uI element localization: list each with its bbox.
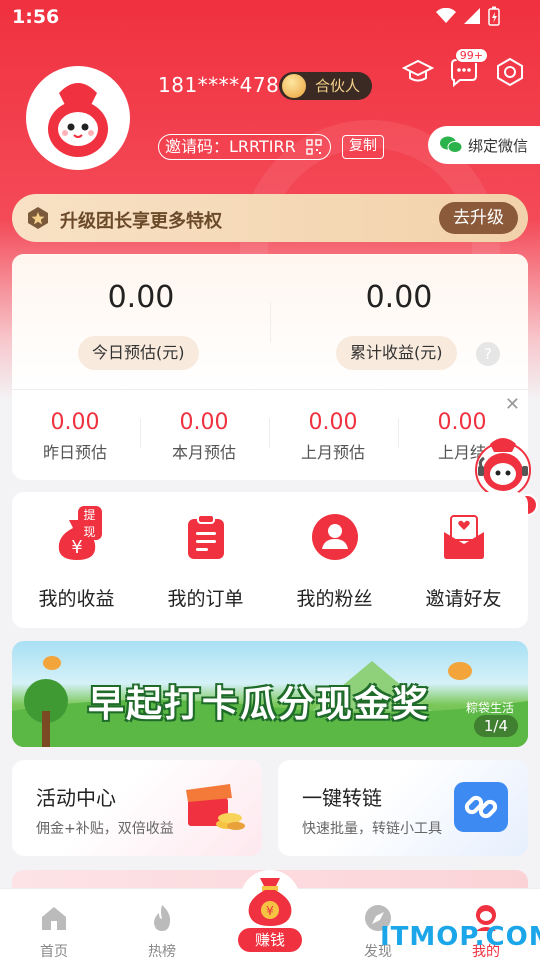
money-bag-icon: ¥ 提现 xyxy=(52,506,102,562)
clipboard-icon xyxy=(181,512,231,562)
stat-label: 昨日预估 xyxy=(42,443,107,462)
menu-label: 我的粉丝 xyxy=(296,588,373,610)
link-icon xyxy=(454,782,508,832)
stat-yesterday[interactable]: 0.00 昨日预估 xyxy=(12,410,138,463)
feature-activity-center[interactable]: 活动中心 佣金+补贴，双倍收益 xyxy=(12,760,262,856)
messages-count-badge: 99+ xyxy=(454,48,488,63)
wifi-icon xyxy=(436,8,456,23)
promo-banner[interactable]: 早起打卡瓜分现金奖 粽袋生活 1/4 xyxy=(12,641,528,747)
today-estimate-value: 0.00 xyxy=(107,280,175,315)
total-earnings-label[interactable]: 累计收益(元) xyxy=(336,336,457,370)
withdraw-tag: 提现 xyxy=(77,506,102,540)
stat-label: 上月预估 xyxy=(300,443,365,462)
feature-link-convert[interactable]: 一键转链 快速批量，转链小工具 xyxy=(278,760,528,856)
status-time: 1:56 xyxy=(12,6,60,28)
copy-button[interactable]: 复制 xyxy=(342,135,384,159)
svg-text:¥: ¥ xyxy=(266,904,274,918)
banner-page-indicator: 1/4 xyxy=(473,715,518,737)
tab-earn-label: 赚钱 xyxy=(238,928,302,952)
upgrade-banner[interactable]: 升级团长享更多特权 去升级 xyxy=(12,194,528,242)
tab-hot-list[interactable]: 热榜 xyxy=(108,903,216,960)
wechat-icon xyxy=(440,136,462,153)
feature-subtitle: 佣金+补贴，双倍收益 xyxy=(36,821,174,837)
home-icon xyxy=(42,907,66,930)
stat-label: 本月预估 xyxy=(171,443,236,462)
svg-text:¥: ¥ xyxy=(71,537,82,558)
help-icon[interactable]: ? xyxy=(476,342,500,366)
upgrade-button[interactable]: 去升级 xyxy=(439,202,518,234)
menu-my-earnings[interactable]: ¥ 提现 我的收益 xyxy=(12,506,141,611)
menu-my-fans[interactable]: 我的粉丝 xyxy=(270,512,399,611)
bind-wechat-button[interactable]: 绑定微信 xyxy=(428,126,540,164)
feature-title: 活动中心 xyxy=(36,786,116,810)
tab-label: 热榜 xyxy=(148,944,176,960)
gift-box-icon xyxy=(186,784,245,830)
tab-label: 首页 xyxy=(40,944,68,960)
menu-label: 我的收益 xyxy=(38,588,115,610)
tab-earn[interactable]: ¥ 赚钱 xyxy=(234,868,306,960)
users-icon xyxy=(310,512,360,562)
menu-label: 我的订单 xyxy=(167,588,244,610)
phone-number: 181****4786 xyxy=(158,73,293,97)
status-icons xyxy=(436,6,500,26)
menu-invite-friends[interactable]: 邀请好友 xyxy=(399,512,528,611)
today-estimate-label[interactable]: 今日预估(元) xyxy=(78,336,199,370)
flame-icon xyxy=(154,905,171,931)
stat-value: 0.00 xyxy=(179,410,229,435)
quick-menu: ¥ 提现 我的收益 我的订单 我的粉丝 邀请好友 xyxy=(12,492,528,628)
tab-home[interactable]: 首页 xyxy=(0,903,108,960)
invite-code-box[interactable]: 邀请码：LRRTIRR xyxy=(158,134,331,160)
header-actions: 99+ xyxy=(402,48,526,88)
watermark: ITMOP.COM xyxy=(380,922,540,952)
red-money-bag-icon: ¥ xyxy=(240,870,300,930)
feature-title: 一键转链 xyxy=(302,786,382,810)
messages-button[interactable]: 99+ xyxy=(448,48,488,88)
status-bar: 1:56 xyxy=(0,0,540,36)
stat-this-month[interactable]: 0.00 本月预估 xyxy=(141,410,267,463)
stat-last-month[interactable]: 0.00 上月预估 xyxy=(270,410,396,463)
divider xyxy=(270,302,271,342)
settings-hexagon-icon[interactable] xyxy=(494,56,526,88)
mentor-mascot-icon xyxy=(475,438,531,498)
invite-code: 邀请码：LRRTIRR xyxy=(165,137,296,156)
stat-value: 0.00 xyxy=(308,410,358,435)
bind-wechat-label: 绑定微信 xyxy=(468,136,529,155)
avatar[interactable] xyxy=(26,66,130,170)
medal-icon xyxy=(282,74,306,98)
qr-code-icon xyxy=(306,139,322,155)
menu-label: 邀请好友 xyxy=(425,588,502,610)
signal-icon xyxy=(464,8,480,24)
envelope-heart-icon xyxy=(439,512,489,562)
stat-value: 0.00 xyxy=(50,410,100,435)
banner-title: 早起打卡瓜分现金奖 xyxy=(88,684,431,725)
earnings-card: 0.00 0.00 今日预估(元) 累计收益(元) ? ✕ 0.00 昨日预估 … xyxy=(12,254,528,480)
graduation-cap-icon[interactable] xyxy=(402,56,434,88)
upgrade-text: 升级团长享更多特权 xyxy=(60,211,222,232)
leader-star-icon xyxy=(28,207,48,229)
mascot-avatar-icon xyxy=(29,69,127,167)
battery-icon xyxy=(488,6,500,26)
role-badge-label: 合伙人 xyxy=(315,77,361,95)
role-badge: 合伙人 xyxy=(279,72,373,100)
feature-subtitle: 快速批量，转链小工具 xyxy=(302,821,442,837)
total-earnings-value: 0.00 xyxy=(365,280,433,315)
menu-my-orders[interactable]: 我的订单 xyxy=(141,512,270,611)
banner-logo: 粽袋生活 xyxy=(466,701,515,715)
divider xyxy=(12,389,528,390)
